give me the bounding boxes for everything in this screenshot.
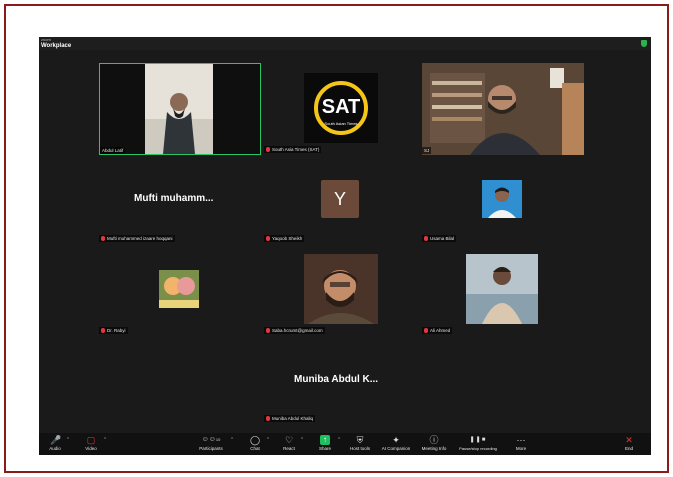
chevron-up-icon[interactable]: ⌃ bbox=[337, 437, 341, 443]
participant-name: Mufti muhammed izaare hoqqani bbox=[99, 235, 175, 242]
participant-name: Dr. Rabyi bbox=[99, 327, 128, 334]
chevron-up-icon[interactable]: ⌃ bbox=[266, 437, 270, 443]
video-button[interactable]: ▢ Video bbox=[83, 435, 99, 451]
participant-name: Yaqoob Sheikh bbox=[264, 235, 305, 242]
tile-yaqoob[interactable]: Y Yaqoob Sheikh bbox=[264, 157, 434, 247]
tile-south-asia-times[interactable]: SAT South Asian Times South Asia Times (… bbox=[264, 63, 434, 155]
mic-muted-icon bbox=[101, 236, 105, 241]
close-icon: ✕ bbox=[625, 435, 633, 445]
mic-muted-icon bbox=[101, 328, 105, 333]
participant-name: South Asia Times (SAT) bbox=[264, 146, 322, 153]
tile-sj[interactable]: SJ bbox=[422, 63, 584, 155]
heart-icon: ♡ bbox=[284, 435, 294, 445]
avatar bbox=[304, 254, 378, 324]
mic-muted-icon bbox=[266, 416, 270, 421]
mic-muted-icon bbox=[266, 236, 270, 241]
participant-display-name: Muniba Abdul K... bbox=[294, 374, 379, 385]
avatar: Y bbox=[321, 180, 359, 218]
tile-usama[interactable]: Usama Bilal bbox=[422, 157, 584, 247]
screenshot-frame: zoom Workplace Abdul Latif SAT South Asi… bbox=[4, 4, 669, 473]
sat-logo-text: SAT bbox=[322, 96, 361, 118]
window-title: Workplace bbox=[41, 43, 72, 49]
chat-button[interactable]: ◯ Chat bbox=[247, 435, 263, 451]
video-feed bbox=[145, 64, 213, 154]
share-button[interactable]: ↑ Share bbox=[317, 435, 333, 451]
react-button[interactable]: ♡ React bbox=[281, 435, 297, 451]
participant-name: Saba.hcrumt@gmail.com bbox=[264, 327, 325, 334]
tile-saba-email[interactable]: Saba.hcrumt@gmail.com bbox=[264, 251, 434, 337]
participant-name: Usama Bilal bbox=[422, 235, 457, 242]
participant-name: Ali Ahmed bbox=[422, 327, 453, 334]
shield-icon: ⛨ bbox=[356, 435, 364, 445]
sat-logo-sub: South Asian Times bbox=[324, 121, 357, 126]
tile-rabyi[interactable]: Dr. Rabyi bbox=[99, 251, 261, 337]
ai-companion-button[interactable]: ✦ AI Companion bbox=[379, 435, 413, 451]
tile-abdul-latif[interactable]: Abdul Latif bbox=[99, 63, 261, 155]
chevron-up-icon[interactable]: ⌃ bbox=[103, 437, 107, 443]
video-feed bbox=[422, 63, 584, 155]
recording-controls[interactable]: ❚❚■ Pause/stop recording bbox=[455, 435, 501, 451]
participant-name: Muniba Abdul Khaliq bbox=[264, 415, 316, 422]
video-off-icon: ▢ bbox=[86, 435, 96, 445]
chat-icon: ◯ bbox=[250, 435, 261, 445]
mic-muted-icon bbox=[424, 328, 428, 333]
audio-button[interactable]: 🎤 Audio bbox=[47, 435, 63, 451]
tile-muniba[interactable]: Muniba Abdul K... Muniba Abdul Khaliq bbox=[264, 341, 434, 427]
sat-logo: SAT South Asian Times bbox=[304, 73, 378, 143]
participant-name: SJ bbox=[422, 147, 432, 154]
chevron-up-icon[interactable]: ⌃ bbox=[66, 437, 70, 443]
info-icon: ⓘ bbox=[429, 435, 439, 445]
avatar bbox=[159, 270, 199, 308]
shield-icon[interactable] bbox=[641, 40, 647, 47]
pause-stop-icon: ❚❚■ bbox=[469, 437, 487, 443]
chevron-up-icon[interactable]: ⌃ bbox=[300, 437, 304, 443]
end-button[interactable]: ✕ End bbox=[621, 435, 637, 451]
avatar bbox=[482, 180, 522, 218]
mic-muted-icon bbox=[266, 147, 270, 152]
meeting-toolbar: 🎤 Audio ⌃ ▢ Video ⌃ ☺☺10 Participants ⌃ … bbox=[39, 433, 651, 455]
participant-display-name: Mufti muhamm... bbox=[134, 193, 214, 204]
share-arrow-icon: ↑ bbox=[320, 435, 330, 445]
meeting-window: zoom Workplace Abdul Latif SAT South Asi… bbox=[39, 37, 651, 455]
chevron-up-icon[interactable]: ⌃ bbox=[230, 437, 234, 443]
avatar bbox=[466, 254, 538, 324]
participants-icon: ☺☺10 bbox=[201, 436, 221, 443]
mic-muted-icon: 🎤 bbox=[50, 435, 62, 445]
participants-button[interactable]: ☺☺10 Participants bbox=[197, 435, 225, 451]
sparkle-icon: ✦ bbox=[392, 435, 400, 445]
tile-mufti[interactable]: Mufti muhamm... Mufti muhammed izaare ho… bbox=[99, 157, 261, 247]
mic-muted-icon bbox=[424, 236, 428, 241]
host-tools-button[interactable]: ⛨ Host tools bbox=[349, 435, 371, 451]
title-bar: zoom Workplace bbox=[39, 37, 651, 50]
participants-count: 10 bbox=[215, 437, 221, 442]
participant-name: Abdul Latif bbox=[100, 147, 126, 154]
mic-muted-icon bbox=[266, 328, 270, 333]
more-button[interactable]: ⋯ More bbox=[513, 435, 529, 451]
more-dots-icon: ⋯ bbox=[516, 435, 526, 445]
meeting-info-button[interactable]: ⓘ Meeting Info bbox=[418, 435, 450, 451]
tile-ali-ahmed[interactable]: Ali Ahmed bbox=[422, 251, 584, 337]
